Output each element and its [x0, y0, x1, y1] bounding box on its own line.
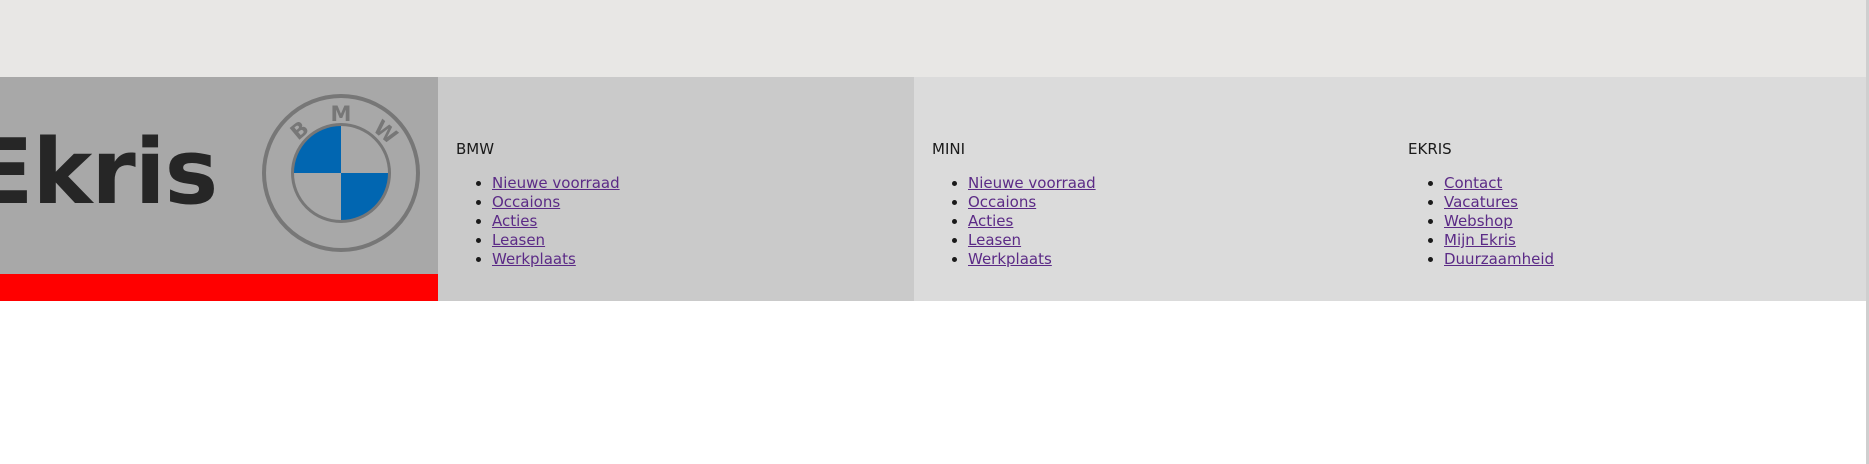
column-title: BMW [456, 140, 495, 158]
brand-panel: Ekris B M W [0, 77, 438, 301]
list-item: Werkplaats [492, 250, 914, 269]
link-list: Nieuwe voorraad Occaions Acties Leasen W… [932, 174, 1390, 269]
list-item: Nieuwe voorraad [492, 174, 914, 193]
footer: Ekris B M W BMW Nieuwe voorraad Occaions… [0, 77, 1866, 301]
list-item: Nieuwe voorraad [968, 174, 1390, 193]
list-item: Leasen [968, 231, 1390, 250]
link-mijn-ekris[interactable]: Mijn Ekris [1444, 231, 1516, 249]
link-nieuwe-voorraad[interactable]: Nieuwe voorraad [968, 174, 1096, 192]
link-occaions[interactable]: Occaions [968, 193, 1036, 211]
link-vacatures[interactable]: Vacatures [1444, 193, 1518, 211]
list-item: Vacatures [1444, 193, 1866, 212]
brand-name: Ekris [0, 120, 218, 225]
footer-column-mini: MINI Nieuwe voorraad Occaions Acties Lea… [914, 77, 1390, 301]
link-nieuwe-voorraad[interactable]: Nieuwe voorraad [492, 174, 620, 192]
footer-column-ekris: EKRIS Contact Vacatures Webshop Mijn Ekr… [1390, 77, 1866, 301]
link-leasen[interactable]: Leasen [492, 231, 545, 249]
bmw-roundel-icon[interactable]: B M W [262, 94, 420, 252]
link-leasen[interactable]: Leasen [968, 231, 1021, 249]
link-contact[interactable]: Contact [1444, 174, 1502, 192]
link-acties[interactable]: Acties [968, 212, 1013, 230]
accent-red-bar [0, 274, 438, 301]
link-acties[interactable]: Acties [492, 212, 537, 230]
list-item: Acties [492, 212, 914, 231]
link-werkplaats[interactable]: Werkplaats [492, 250, 576, 268]
top-band [0, 0, 1866, 77]
list-item: Leasen [492, 231, 914, 250]
list-item: Occaions [968, 193, 1390, 212]
logo-letter-m: M [331, 102, 352, 126]
link-occaions[interactable]: Occaions [492, 193, 560, 211]
column-title: EKRIS [1408, 140, 1452, 158]
link-werkplaats[interactable]: Werkplaats [968, 250, 1052, 268]
list-item: Mijn Ekris [1444, 231, 1866, 250]
list-item: Werkplaats [968, 250, 1390, 269]
list-item: Contact [1444, 174, 1866, 193]
list-item: Webshop [1444, 212, 1866, 231]
link-list: Contact Vacatures Webshop Mijn Ekris Duu… [1408, 174, 1866, 269]
link-webshop[interactable]: Webshop [1444, 212, 1513, 230]
list-item: Acties [968, 212, 1390, 231]
column-title: MINI [932, 140, 966, 158]
list-item: Occaions [492, 193, 914, 212]
footer-column-bmw: BMW Nieuwe voorraad Occaions Acties Leas… [438, 77, 914, 301]
list-item: Duurzaamheid [1444, 250, 1866, 269]
page: Ekris B M W BMW Nieuwe voorraad Occaions… [0, 0, 1869, 464]
link-duurzaamheid[interactable]: Duurzaamheid [1444, 250, 1554, 268]
link-list: Nieuwe voorraad Occaions Acties Leasen W… [456, 174, 914, 269]
